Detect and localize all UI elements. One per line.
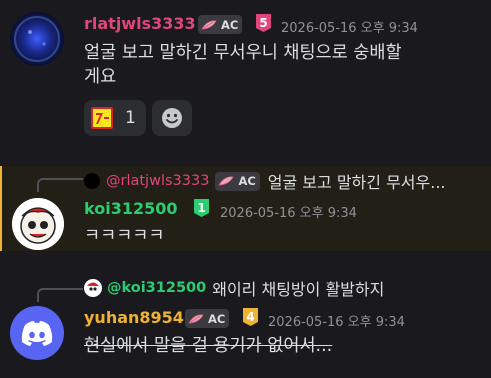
guild-tag[interactable]: AC <box>185 309 230 328</box>
feather-tag-icon <box>188 313 204 323</box>
smile-icon <box>162 108 182 128</box>
tag-label: AC <box>208 311 226 326</box>
tag-label: AC <box>221 17 239 32</box>
avatar-koi312500[interactable] <box>12 198 64 250</box>
message-content: 현실에서 말을 걸 용기가 없어서... <box>84 336 333 356</box>
level-badge: 4 <box>243 308 258 326</box>
reply-preview-text: 왜이리 채팅방이 활발하지 <box>212 280 385 299</box>
timestamp: 2026-05-16 오후 9:34 <box>220 206 357 221</box>
level-number: 4 <box>246 310 255 324</box>
tag-label: AC <box>238 174 256 188</box>
content-line-1: 얼굴 보고 말하긴 무서우니 채팅으로 숭배할 <box>84 43 402 63</box>
message-content: ㅋㅋㅋㅋㅋ <box>84 226 165 246</box>
reply-preview[interactable]: @rlatjwls3333 AC 얼굴 보고 말하긴 무서우... <box>84 169 446 193</box>
feather-tag-icon <box>201 19 217 29</box>
reply-mention[interactable]: @rlatjwls3333 <box>106 173 209 189</box>
reply-mention[interactable]: @koi312500 <box>107 280 206 296</box>
discord-logo-icon <box>21 321 53 346</box>
username[interactable]: yuhan8954 <box>84 308 184 327</box>
content-line-2: 게요 <box>84 67 117 87</box>
level-badge: 5 <box>256 14 271 32</box>
message-1: rlatjwls3333 AC 5 2026-05-16 오후 9:34 얼굴 … <box>0 0 491 150</box>
planet-avatar-icon <box>14 16 60 62</box>
reaction-custom[interactable]: 1 <box>84 100 146 136</box>
add-reaction-button[interactable] <box>152 100 192 136</box>
avatar-rlatjwls3333[interactable] <box>10 12 64 66</box>
reply-spine <box>37 288 83 302</box>
message-content: 얼굴 보고 말하긴 무서우니 채팅으로 숭배할 게요 <box>84 41 402 89</box>
message-3: @koi312500 왜이리 채팅방이 활발하지 yuhan8954 AC 4 … <box>0 268 491 378</box>
guild-tag[interactable]: AC <box>198 15 243 34</box>
avatar-yuhan8954[interactable] <box>10 306 64 360</box>
reply-preview[interactable]: @koi312500 왜이리 채팅방이 활발하지 <box>84 276 384 300</box>
character-avatar-icon <box>12 198 64 250</box>
reply-preview-text: 얼굴 보고 말하긴 무서우... <box>267 173 446 192</box>
message-2: @rlatjwls3333 AC 얼굴 보고 말하긴 무서우... koi312… <box>0 166 491 251</box>
reply-spine <box>37 178 83 192</box>
username[interactable]: koi312500 <box>84 199 177 218</box>
username[interactable]: rlatjwls3333 <box>84 14 196 33</box>
level-number: 1 <box>197 201 206 215</box>
reply-avatar <box>84 279 102 297</box>
reply-guild-tag: AC <box>215 171 260 191</box>
timestamp: 2026-05-16 오후 9:34 <box>268 315 405 330</box>
feather-tag-icon <box>218 176 235 186</box>
timestamp: 2026-05-16 오후 9:34 <box>281 21 418 36</box>
reaction-count: 1 <box>125 108 136 128</box>
custom-emoji-icon <box>91 107 113 129</box>
reply-avatar <box>84 173 100 189</box>
level-badge: 1 <box>194 199 209 217</box>
level-number: 5 <box>259 16 268 30</box>
highlight-bar <box>0 166 2 251</box>
